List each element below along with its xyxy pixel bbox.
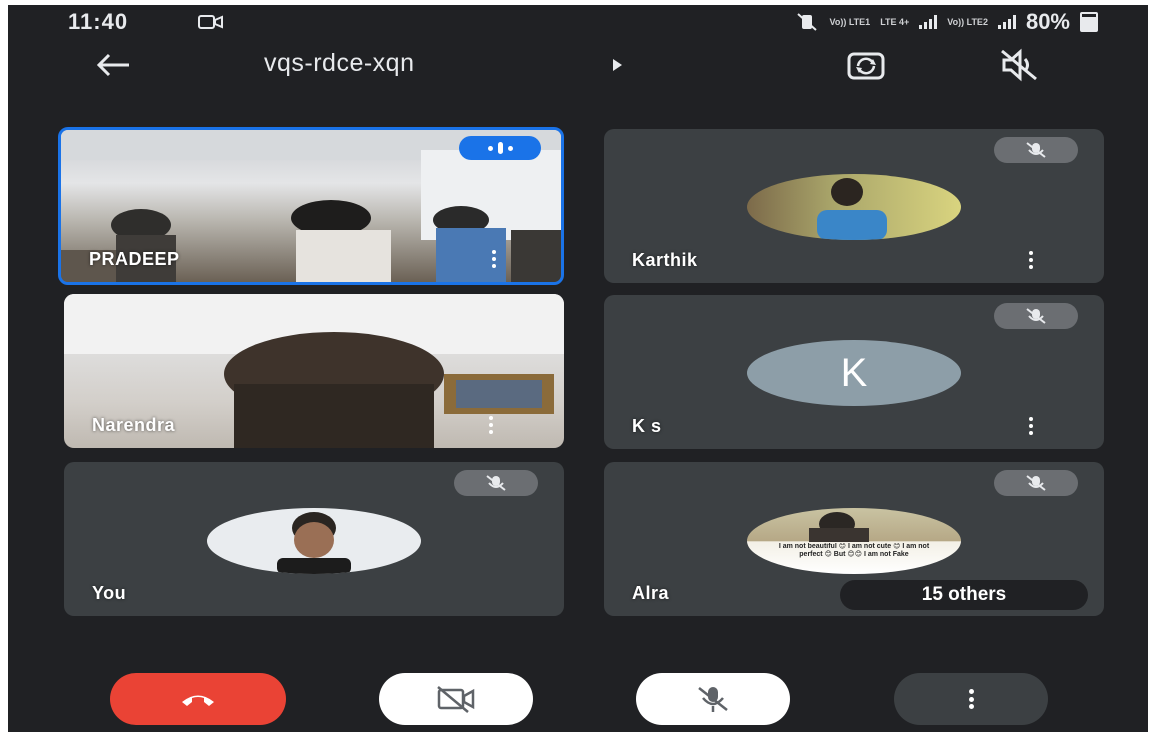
- end-call-button[interactable]: [110, 673, 286, 725]
- battery-icon: [1080, 12, 1098, 32]
- more-vert-icon: [968, 689, 974, 709]
- status-time: 11:40: [68, 9, 129, 34]
- signal-bars-icon: [919, 15, 938, 29]
- status-indicators: Vo)) LTE1 LTE 4+ Vo)) LTE2 80%: [796, 9, 1098, 35]
- more-options-icon[interactable]: [1028, 251, 1034, 269]
- participant-name: You: [92, 583, 127, 603]
- lte-label: LTE 4+: [880, 16, 910, 27]
- meeting-toolbar: vqs-rdce-xqn: [8, 37, 1148, 93]
- camera-off-button[interactable]: [379, 673, 533, 725]
- call-screen: 11:40 Vo)) LTE1 LTE 4+ Vo)) LTE2 80% vqs…: [8, 5, 1148, 732]
- participant-name: Alra: [632, 583, 670, 603]
- participant-tile-you[interactable]: You: [64, 462, 564, 616]
- more-options-icon[interactable]: [1028, 417, 1034, 435]
- back-arrow-icon[interactable]: [93, 47, 133, 83]
- camera-off-icon: [437, 686, 475, 713]
- status-bar: 11:40 Vo)) LTE1 LTE 4+ Vo)) LTE2 80%: [8, 5, 1148, 37]
- more-options-icon[interactable]: [488, 416, 494, 434]
- participant-name: PRADEEP: [89, 249, 180, 269]
- mic-off-icon: [454, 470, 538, 496]
- initial-avatar: K: [747, 340, 961, 406]
- participant-name: K s: [632, 416, 662, 436]
- speaker-off-icon[interactable]: [998, 47, 1040, 83]
- vibrate-mute-icon: [796, 13, 817, 31]
- mic-off-icon: [994, 137, 1078, 163]
- sim2-network-label: Vo)) LTE2: [947, 16, 988, 27]
- others-count-button[interactable]: 15 others: [840, 580, 1088, 610]
- hang-up-icon: [182, 695, 214, 706]
- battery-percent: 80%: [1025, 9, 1070, 34]
- more-options-icon[interactable]: [491, 250, 497, 268]
- avatar-alra: I am not beautiful 😊 I am not cute 😊 I a…: [747, 508, 961, 574]
- avatar-you: [207, 508, 421, 574]
- speaking-indicator: [459, 136, 541, 160]
- participant-tile-narendra[interactable]: Narendra: [64, 294, 564, 448]
- switch-camera-icon[interactable]: [846, 47, 886, 83]
- mic-off-icon: [994, 303, 1078, 329]
- participant-name: Karthik: [632, 250, 698, 270]
- mic-off-icon: [698, 687, 728, 712]
- participant-name: Narendra: [92, 415, 176, 435]
- participant-tile-pradeep[interactable]: PRADEEP: [58, 127, 564, 285]
- meeting-code[interactable]: vqs-rdce-xqn: [264, 49, 415, 78]
- avatar-caption: I am not beautiful 😊 I am not cute 😊 I a…: [778, 543, 930, 558]
- signal-bars-icon-2: [997, 15, 1016, 29]
- avatar-karthik: [747, 174, 961, 240]
- sim1-network-label: Vo)) LTE1: [829, 16, 871, 27]
- meeting-details-arrow-icon[interactable]: [613, 59, 622, 71]
- participant-tile-alra[interactable]: I am not beautiful 😊 I am not cute 😊 I a…: [604, 462, 1104, 616]
- more-options-button[interactable]: [894, 673, 1048, 725]
- participant-tile-ks[interactable]: K K s: [604, 295, 1104, 449]
- mic-off-button[interactable]: [636, 673, 790, 725]
- screen-record-icon: [198, 15, 223, 29]
- mic-off-icon: [994, 470, 1078, 496]
- participant-tile-karthik[interactable]: Karthik: [604, 129, 1104, 283]
